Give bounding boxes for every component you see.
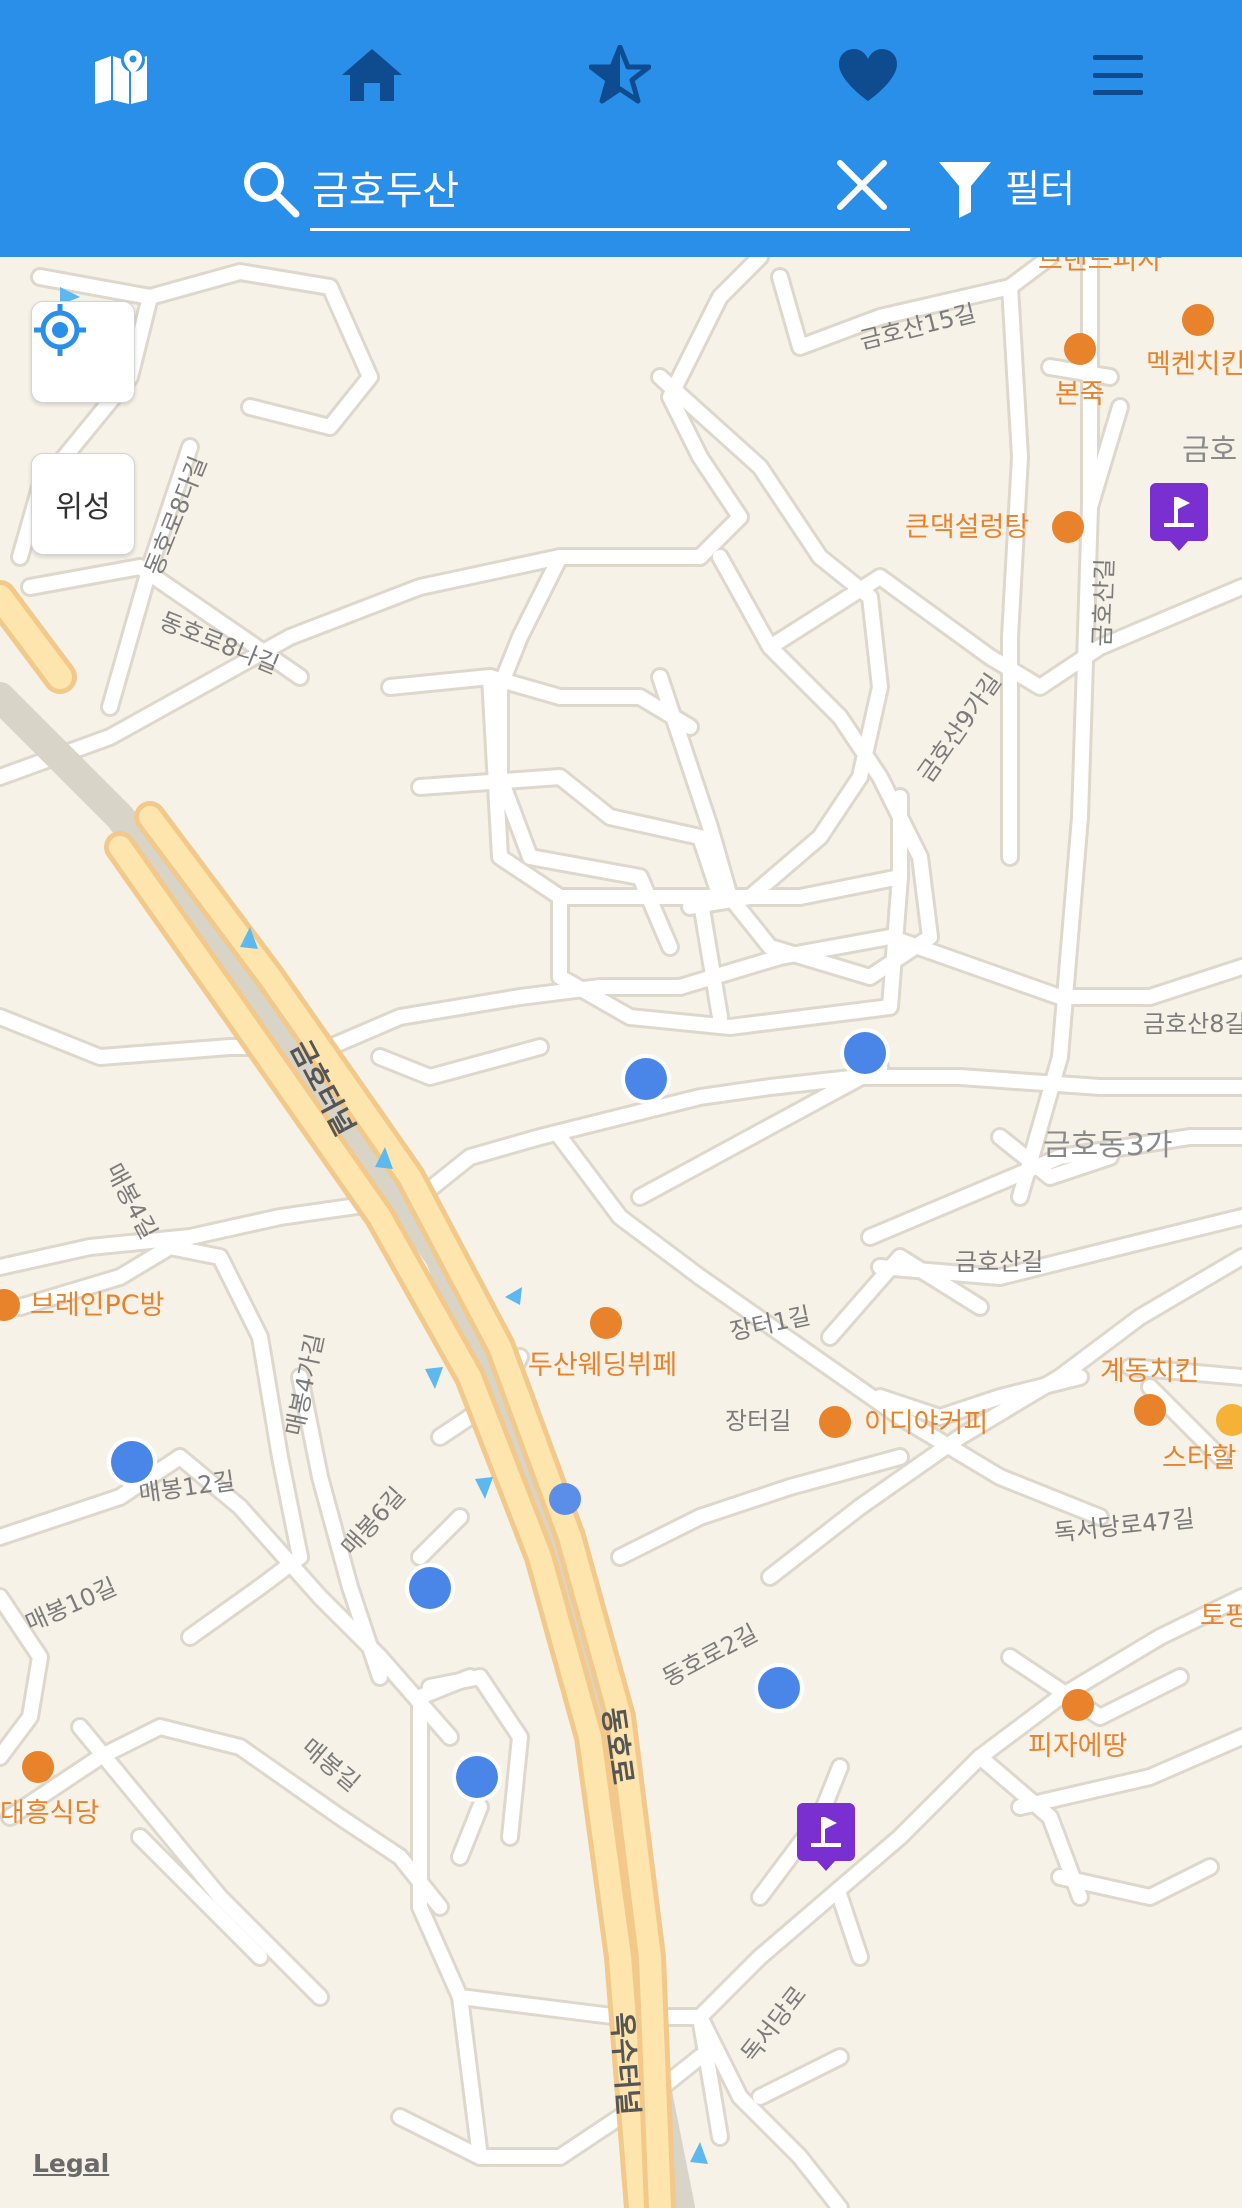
flag-icon: [797, 1803, 855, 1871]
menu-icon[interactable]: [1083, 40, 1153, 110]
result-marker[interactable]: [754, 1663, 804, 1713]
map-canvas: [0, 257, 1242, 2208]
result-marker[interactable]: [452, 1752, 502, 1802]
satellite-toggle-button[interactable]: 위성: [31, 453, 135, 555]
search-underline: [310, 228, 910, 231]
search-icon: [242, 160, 300, 222]
flag-icon: [1150, 483, 1208, 551]
search-input[interactable]: 금호두산: [312, 158, 459, 216]
result-marker[interactable]: [621, 1054, 671, 1104]
clear-search-icon[interactable]: [836, 159, 888, 215]
legal-link[interactable]: Legal: [33, 2149, 109, 2178]
heart-icon[interactable]: [833, 40, 903, 110]
search-bar: 금호두산: [240, 150, 910, 235]
top-bar: 금호두산 필터: [0, 0, 1242, 257]
home-icon[interactable]: [337, 40, 407, 110]
flag-marker[interactable]: [797, 1803, 855, 1873]
map-icon[interactable]: [89, 40, 159, 110]
flag-marker[interactable]: [1150, 483, 1208, 553]
filter-icon[interactable]: [937, 160, 993, 222]
satellite-label: 위성: [55, 490, 111, 525]
filter-button[interactable]: 필터: [1005, 158, 1075, 213]
star-icon[interactable]: [585, 40, 655, 110]
map-view[interactable]: 금호산15길 동호로8다길 동호로8나길 금호산길 금호산9가길 금호산8길 금…: [0, 257, 1242, 2208]
result-marker[interactable]: [107, 1437, 157, 1487]
locate-me-button[interactable]: [31, 301, 135, 403]
location-target-icon: [34, 304, 86, 356]
result-marker[interactable]: [840, 1028, 890, 1078]
result-marker[interactable]: [405, 1563, 455, 1613]
